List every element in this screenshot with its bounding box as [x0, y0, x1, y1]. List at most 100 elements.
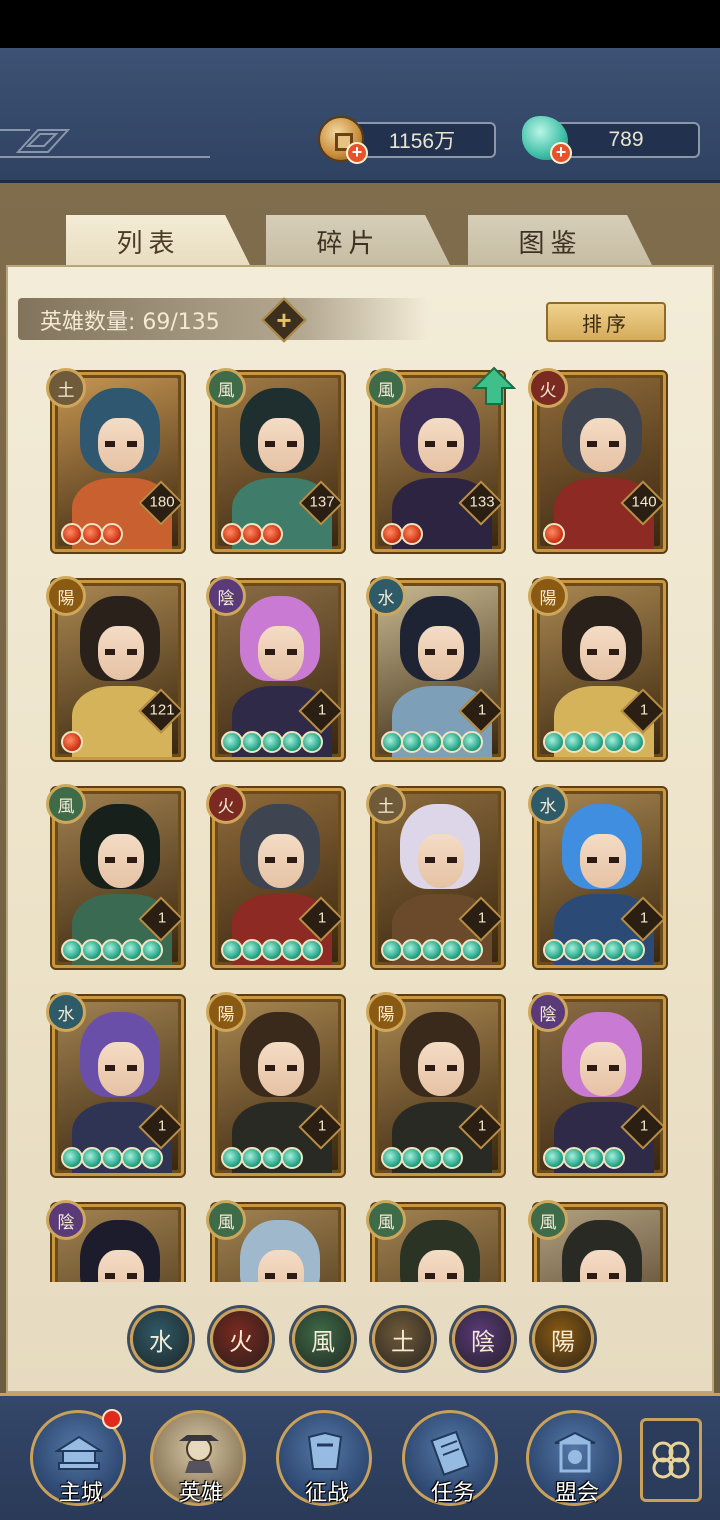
flower-menu-icon — [652, 1441, 690, 1479]
alliance-icon — [554, 1431, 596, 1473]
upgrade-arrow-icon — [472, 366, 516, 405]
star-orb-icon — [583, 1147, 605, 1169]
star-orb-icon — [281, 731, 303, 753]
nav-label: 盟会 — [554, 1481, 599, 1506]
tab-fragments[interactable]: 碎片 — [266, 215, 451, 267]
star-orb-icon — [221, 939, 243, 961]
hero-level: 1 — [317, 909, 327, 927]
star-orb-icon — [141, 939, 163, 961]
hero-element-badge: 水 — [366, 576, 406, 616]
element-filter-button[interactable]: 陽 — [532, 1308, 594, 1370]
status-bar — [0, 0, 720, 48]
hero-level: 1 — [317, 1117, 327, 1135]
star-orb-icon — [603, 1147, 625, 1169]
tab-codex[interactable]: 图鉴 — [468, 215, 653, 267]
jade-counter[interactable]: 789 + — [522, 116, 702, 164]
hero-star-rank — [543, 939, 645, 961]
star-orb-icon — [101, 523, 123, 545]
hero-level: 121 — [149, 701, 175, 719]
menu-button[interactable] — [640, 1418, 702, 1502]
hero-element-badge: 火 — [528, 368, 568, 408]
star-orb-icon — [121, 939, 143, 961]
hero-star-rank — [221, 1147, 303, 1169]
hero-element-badge: 陰 — [46, 1200, 86, 1240]
star-orb-icon — [401, 523, 423, 545]
hero-element-badge: 風 — [366, 1200, 406, 1240]
star-orb-icon — [441, 731, 463, 753]
star-orb-icon — [461, 939, 483, 961]
scroll-icon — [430, 1430, 470, 1476]
hero-element-badge: 水 — [528, 784, 568, 824]
hero-star-rank — [221, 523, 283, 545]
star-orb-icon — [401, 731, 423, 753]
hero-level: 1 — [639, 701, 649, 719]
star-orb-icon — [441, 939, 463, 961]
add-coin-icon[interactable]: + — [346, 142, 368, 164]
nav-campaign[interactable]: 征战 — [276, 1410, 372, 1506]
hero-level: 1 — [639, 909, 649, 927]
add-jade-icon[interactable]: + — [550, 142, 572, 164]
hero-level: 1 — [157, 909, 167, 927]
hero-level: 140 — [631, 493, 657, 511]
star-orb-icon — [583, 731, 605, 753]
star-orb-icon — [261, 731, 283, 753]
hero-element-badge: 風 — [206, 368, 246, 408]
star-orb-icon — [563, 1147, 585, 1169]
star-orb-icon — [141, 1147, 163, 1169]
star-orb-icon — [221, 731, 243, 753]
star-orb-icon — [421, 1147, 443, 1169]
star-orb-icon — [61, 1147, 83, 1169]
hero-star-rank — [61, 523, 123, 545]
star-orb-icon — [623, 731, 645, 753]
hero-star-rank — [381, 939, 483, 961]
hero-level: 137 — [309, 493, 335, 511]
hero-level: 1 — [477, 1117, 487, 1135]
hero-screen: 1156万 + 789 + 列表 碎片 图鉴 英雄数量: 69/135 + 排序… — [0, 0, 720, 1520]
hero-element-badge: 陽 — [206, 992, 246, 1032]
element-filter-button[interactable]: 火 — [210, 1308, 272, 1370]
hero-level: 1 — [157, 1117, 167, 1135]
nav-label: 英雄 — [178, 1481, 223, 1506]
hero-element-badge: 陽 — [46, 576, 86, 616]
star-orb-icon — [301, 939, 323, 961]
nav-label: 主城 — [58, 1481, 103, 1506]
hero-element-badge: 風 — [528, 1200, 568, 1240]
star-orb-icon — [381, 1147, 403, 1169]
star-orb-icon — [381, 731, 403, 753]
nav-heroes[interactable]: 英雄 — [150, 1410, 246, 1506]
hero-grid: 180 土 137 風 133 風 140 火 121 陽 1 陰 1 水 1 陽 1 風 1 火 1 土 1 水 1 水 1 陽 1 陽… — [0, 360, 720, 1282]
star-orb-icon — [101, 1147, 123, 1169]
star-orb-icon — [261, 939, 283, 961]
coin-counter[interactable]: 1156万 + — [318, 116, 498, 164]
element-filter-button[interactable]: 風 — [292, 1308, 354, 1370]
star-orb-icon — [221, 1147, 243, 1169]
star-orb-icon — [281, 1147, 303, 1169]
hero-element-badge: 陰 — [528, 992, 568, 1032]
hero-star-rank — [381, 1147, 463, 1169]
tab-list[interactable]: 列表 — [66, 215, 251, 267]
hero-star-rank — [61, 1147, 163, 1169]
star-orb-icon — [543, 523, 565, 545]
nav-quests[interactable]: 任务 — [402, 1410, 498, 1506]
element-filter-button[interactable]: 水 — [130, 1308, 192, 1370]
star-orb-icon — [241, 523, 263, 545]
star-orb-icon — [241, 1147, 263, 1169]
star-orb-icon — [603, 731, 625, 753]
hero-element-badge: 風 — [366, 368, 406, 408]
hero-element-badge: 土 — [366, 784, 406, 824]
sort-button[interactable]: 排序 — [546, 302, 666, 342]
star-orb-icon — [121, 1147, 143, 1169]
nav-alliance[interactable]: 盟会 — [526, 1410, 622, 1506]
star-orb-icon — [81, 523, 103, 545]
element-filter-button[interactable]: 土 — [372, 1308, 434, 1370]
hero-element-badge: 水 — [46, 992, 86, 1032]
palace-icon — [55, 1435, 103, 1470]
hero-star-rank — [543, 731, 645, 753]
star-orb-icon — [381, 939, 403, 961]
star-orb-icon — [381, 523, 403, 545]
element-filter-button[interactable]: 陰 — [452, 1308, 514, 1370]
hero-star-rank — [221, 731, 323, 753]
hero-element-badge: 陽 — [528, 576, 568, 616]
star-orb-icon — [543, 1147, 565, 1169]
plus-icon: + — [276, 305, 292, 335]
